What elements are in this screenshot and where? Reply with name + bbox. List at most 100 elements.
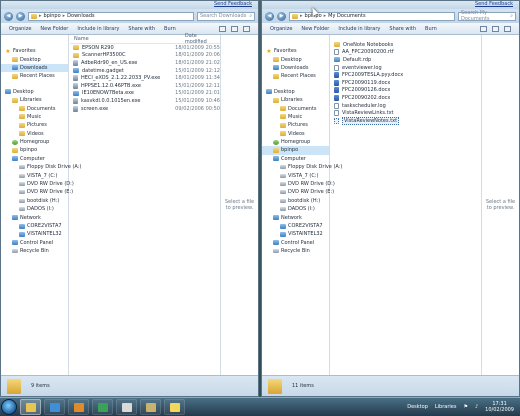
nav-item-core2vista7[interactable]: CORE2VISTA7: [262, 222, 329, 230]
nav-item-bpinpo[interactable]: bpinpo: [262, 146, 329, 155]
file-row[interactable]: HPPSE1.12.0.46PTB.exe 15/01/2009 12:11: [70, 82, 220, 90]
nav-item-dados-i[interactable]: DADOS (I:): [262, 205, 329, 213]
nav-item-videos[interactable]: Videos: [1, 130, 68, 138]
taskbar-button[interactable]: [20, 399, 41, 415]
nav-item-downloads[interactable]: Downloads: [1, 63, 68, 73]
nav-item-downloads[interactable]: Downloads: [262, 64, 329, 72]
title-bar[interactable]: Send Feedback: [262, 1, 519, 9]
nav-item-vistaintel32[interactable]: VISTAINTEL32: [1, 230, 68, 238]
include-in-library-button[interactable]: Include in library: [338, 26, 380, 32]
forward-button[interactable]: ▶: [277, 11, 286, 21]
navigation-pane[interactable]: ★ Favorites Desktop Downloads Recent Places D…: [1, 35, 81, 375]
column-header-date[interactable]: Date modified: [185, 33, 220, 45]
burn-button[interactable]: Burn: [425, 26, 437, 32]
nav-item-vistaintel32[interactable]: VISTAINTEL32: [262, 230, 329, 238]
navigation-pane[interactable]: ★ Favorites Desktop Downloads Recent Places D…: [262, 35, 342, 375]
file-row[interactable]: AdbeRdr90_en_US.exe 18/01/2009 21:02: [70, 59, 220, 67]
file-row[interactable]: screen.exe 09/02/2006 00:50: [70, 105, 220, 113]
help-icon[interactable]: [504, 25, 511, 32]
send-feedback-link[interactable]: Send Feedback: [214, 1, 252, 7]
burn-button[interactable]: Burn: [164, 26, 176, 32]
view-options-icon[interactable]: [219, 25, 226, 32]
nav-item-desktop[interactable]: Desktop: [262, 55, 329, 63]
nav-item-pictures[interactable]: Pictures: [1, 121, 68, 129]
title-bar[interactable]: Send Feedback: [1, 1, 258, 9]
nav-item-dvd-rw-drive-e[interactable]: DVD RW Drive (E:): [262, 188, 334, 196]
file-row[interactable]: OneNote Notebooks: [331, 41, 481, 49]
share-with-button[interactable]: Share with: [389, 26, 416, 32]
taskbar-button[interactable]: [164, 399, 185, 415]
nav-item-control-panel[interactable]: Control Panel: [262, 239, 329, 247]
nav-item-bootdisk-h[interactable]: bootdisk (H:): [1, 197, 68, 205]
nav-item-dvd-rw-drive-d[interactable]: DVD RW Drive (D:): [262, 180, 335, 188]
file-row[interactable]: FPC20090202.docx: [331, 94, 481, 102]
nav-item-videos[interactable]: Videos: [262, 130, 329, 138]
nav-item-floppy-disk-drive-a[interactable]: Floppy Disk Drive (A:): [262, 163, 342, 171]
nav-item-recent-places[interactable]: Recent Places: [262, 72, 329, 80]
nav-item-music[interactable]: Music: [1, 113, 68, 121]
search-input[interactable]: Search Downloads ⌕: [197, 11, 255, 21]
file-row[interactable]: EPSON R290 18/01/2009 20:55: [70, 44, 220, 52]
nav-item-desktop[interactable]: Desktop: [1, 55, 68, 63]
nav-item-vista-7-c[interactable]: VISTA_7 (C:): [262, 171, 329, 179]
file-row[interactable]: ScannerHP3500C 18/01/2009 20:06: [70, 52, 220, 60]
file-row[interactable]: datetime.gadget 15/01/2009 12:12: [70, 67, 220, 75]
organize-button[interactable]: Organize: [9, 26, 31, 32]
nav-item-homegroup[interactable]: Homegroup: [1, 138, 68, 146]
nav-item-control-panel[interactable]: Control Panel: [1, 239, 68, 247]
nav-item-libraries[interactable]: Libraries: [1, 96, 68, 104]
breadcrumb-current[interactable]: My Documents: [328, 13, 365, 19]
clock[interactable]: 17:31 10/02/2009: [485, 401, 514, 413]
nav-item-dados-i[interactable]: DADOS (I:): [1, 205, 68, 213]
nav-item-desktop[interactable]: Desktop: [262, 88, 329, 96]
nav-item-dvd-rw-drive-e[interactable]: DVD RW Drive (E:): [1, 188, 73, 196]
file-row[interactable]: eventviewer.log: [331, 64, 481, 72]
new-folder-button[interactable]: New Folder: [301, 26, 329, 32]
view-options-icon[interactable]: [480, 25, 487, 32]
nav-item-music[interactable]: Music: [262, 113, 329, 121]
preview-pane-icon[interactable]: [231, 25, 238, 32]
file-row[interactable]: FPC20090119.docx: [331, 79, 481, 87]
nav-item-bootdisk-h[interactable]: bootdisk (H:): [262, 197, 329, 205]
back-button[interactable]: ◀: [4, 11, 13, 21]
include-in-library-button[interactable]: Include in library: [77, 26, 119, 32]
nav-item-recycle-bin[interactable]: Recycle Bin: [1, 247, 68, 255]
nav-item-documents[interactable]: Documents: [262, 104, 329, 112]
taskbar-button[interactable]: [44, 399, 65, 415]
nav-item-homegroup[interactable]: Homegroup: [262, 138, 329, 146]
help-icon[interactable]: [243, 25, 250, 32]
file-row[interactable]: IE10ENOW7Beta.exe 15/01/2009 21:01: [70, 90, 220, 98]
nav-item-network[interactable]: Network: [1, 213, 68, 221]
nav-item-dvd-rw-drive-d[interactable]: DVD RW Drive (D:): [1, 180, 74, 188]
taskbar-button[interactable]: [92, 399, 113, 415]
start-button[interactable]: [1, 399, 17, 415]
nav-item-computer[interactable]: Computer: [1, 155, 68, 163]
back-button[interactable]: ◀: [265, 11, 274, 21]
volume-icon[interactable]: ♪: [475, 404, 478, 410]
search-input[interactable]: Search My Documents ⌕: [458, 10, 516, 22]
file-row[interactable]: FPC2009TESLA.pyy.docx: [331, 71, 481, 79]
file-row[interactable]: kasvkdl.0.0.1015en.exe 15/01/2009 10:46: [70, 97, 220, 105]
taskbar-button[interactable]: [116, 399, 137, 415]
file-row[interactable]: FPC20090126.docx: [331, 87, 481, 95]
nav-item-libraries[interactable]: Libraries: [262, 96, 329, 104]
taskbar-button[interactable]: [68, 399, 89, 415]
address-field[interactable]: ▸ bpinpo ▸ Downloads: [28, 11, 194, 21]
tray-libraries-toolbar[interactable]: Libraries: [435, 404, 457, 410]
breadcrumb-user[interactable]: bpinpo: [44, 13, 61, 19]
file-list[interactable]: Name Date modified EPSON R290 18/01/2009 …: [70, 33, 220, 375]
nav-item-floppy-disk-drive-a[interactable]: Floppy Disk Drive (A:): [1, 163, 81, 171]
preview-pane-icon[interactable]: [492, 25, 499, 32]
organize-button[interactable]: Organize: [270, 26, 292, 32]
nav-item-recent-places[interactable]: Recent Places: [1, 72, 68, 80]
nav-item-favorites[interactable]: ★ Favorites: [262, 47, 329, 55]
share-with-button[interactable]: Share with: [128, 26, 155, 32]
new-folder-button[interactable]: New Folder: [40, 26, 68, 32]
file-row[interactable]: Default.rdp: [331, 56, 481, 64]
nav-item-pictures[interactable]: Pictures: [262, 121, 329, 129]
nav-item-core2vista7[interactable]: CORE2VISTA7: [1, 222, 68, 230]
file-list[interactable]: OneNote Notebooks AA_FPC20090200.rtf Defau…: [331, 35, 481, 375]
tray-desktop-toolbar[interactable]: Desktop: [407, 404, 428, 410]
forward-button[interactable]: ▶: [16, 11, 25, 21]
nav-item-documents[interactable]: Documents: [1, 104, 68, 112]
